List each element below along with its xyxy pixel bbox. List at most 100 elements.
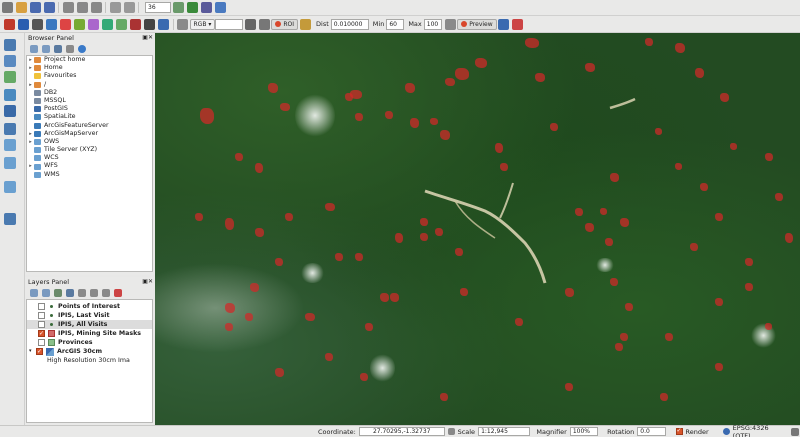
settings-icon[interactable] [158, 18, 169, 30]
scale-lock-icon[interactable] [447, 428, 455, 435]
layer-visibility-checkbox[interactable] [38, 321, 45, 328]
layer-visibility-checkbox[interactable] [38, 303, 45, 310]
info-icon[interactable] [78, 44, 86, 53]
browser-item[interactable]: Favourites [27, 72, 152, 80]
mining-site-mask[interactable] [655, 128, 662, 135]
collapse-all-icon[interactable] [66, 44, 74, 53]
mining-site-mask[interactable] [335, 253, 343, 261]
expand-arrow-icon[interactable]: ▸ [27, 81, 34, 89]
coordinate-field[interactable]: 27.70295,-1.32737 [358, 427, 445, 436]
layer-item[interactable]: IPIS, Mining Site Masks [27, 329, 152, 338]
mining-site-mask[interactable] [715, 298, 723, 306]
layer-visibility-checkbox[interactable] [38, 329, 45, 338]
zoom-level-field[interactable]: 36 [145, 2, 171, 13]
classify-icon[interactable] [74, 18, 85, 30]
mining-site-mask[interactable] [615, 343, 623, 351]
refresh-icon[interactable] [42, 44, 50, 53]
redo-icon[interactable] [123, 2, 135, 13]
layer-visibility-checkbox[interactable] [38, 339, 45, 346]
mining-site-mask[interactable] [325, 353, 333, 361]
mining-site-mask[interactable] [610, 173, 619, 182]
browser-item[interactable]: WMS [27, 171, 152, 179]
scale-field[interactable]: 1:12,945 [478, 427, 531, 436]
add-selected-icon[interactable] [30, 44, 38, 53]
mining-site-mask[interactable] [535, 73, 545, 82]
mining-site-mask[interactable] [715, 363, 723, 371]
crs-icon[interactable] [722, 428, 730, 435]
expand-arrow-icon[interactable]: ▾ [29, 347, 36, 356]
browser-item[interactable]: ▸ Project home [27, 56, 152, 64]
browser-item[interactable]: DB2 [27, 89, 152, 97]
mining-site-mask[interactable] [195, 213, 203, 221]
headphones-icon[interactable] [244, 18, 256, 30]
mining-site-mask[interactable] [550, 123, 558, 131]
tools-icon[interactable] [144, 18, 155, 30]
mining-site-mask[interactable] [245, 313, 253, 321]
mining-site-mask[interactable] [620, 218, 629, 227]
mining-site-mask[interactable] [390, 293, 399, 302]
mining-site-mask[interactable] [410, 118, 419, 128]
cut-icon[interactable] [62, 2, 74, 13]
dist-field[interactable]: 0.010000 [330, 18, 369, 30]
roi-button[interactable]: ROI [271, 18, 299, 30]
mining-site-mask[interactable] [420, 218, 428, 226]
mining-site-mask[interactable] [305, 313, 315, 321]
mining-site-mask[interactable] [475, 58, 487, 68]
processing-icon[interactable] [186, 2, 198, 13]
browser-item[interactable]: SpatiaLite [27, 113, 152, 121]
mining-site-mask[interactable] [730, 143, 737, 150]
mining-site-mask[interactable] [695, 68, 704, 78]
mining-site-mask[interactable] [360, 373, 368, 381]
mining-site-mask[interactable] [565, 288, 574, 297]
mining-site-mask[interactable] [455, 68, 469, 80]
mining-site-mask[interactable] [225, 303, 235, 313]
signature-icon[interactable] [88, 18, 99, 30]
mining-site-mask[interactable] [605, 238, 613, 246]
mining-site-mask[interactable] [675, 43, 685, 53]
mining-site-mask[interactable] [440, 393, 448, 401]
mining-site-mask[interactable] [285, 213, 293, 221]
mining-site-mask[interactable] [440, 130, 450, 140]
mining-site-mask[interactable] [525, 38, 539, 48]
mining-site-mask[interactable] [715, 213, 723, 221]
magic-wand-icon[interactable] [258, 18, 270, 30]
crs-label[interactable]: EPSG:4326 (OTF) [733, 424, 785, 437]
mining-site-mask[interactable] [430, 118, 438, 125]
mining-site-mask[interactable] [405, 83, 415, 93]
render-checkbox[interactable] [675, 427, 683, 435]
layer-item[interactable]: High Resolution 30cm Ima [27, 356, 152, 365]
layer-item[interactable]: Provinces [27, 338, 152, 347]
redo-preview-icon[interactable] [512, 18, 524, 30]
mining-site-mask[interactable] [665, 333, 673, 341]
browser-item[interactable]: ArcGisFeatureServer [27, 122, 152, 130]
python-icon[interactable] [214, 2, 226, 13]
max-field[interactable]: 100 [423, 18, 442, 30]
collapse-all-icon[interactable] [102, 288, 110, 297]
edit-icon[interactable] [116, 18, 127, 30]
expand-arrow-icon[interactable]: ▸ [27, 130, 34, 138]
add-delimited-icon[interactable] [4, 71, 16, 83]
preview-button[interactable]: Preview [457, 18, 497, 30]
roi-options-icon[interactable] [299, 18, 311, 30]
mining-site-mask[interactable] [785, 233, 793, 243]
download-arrow-icon[interactable] [18, 18, 29, 30]
bookmark-icon[interactable] [60, 18, 71, 30]
mining-site-mask[interactable] [765, 323, 772, 330]
save-as-icon[interactable] [43, 2, 55, 13]
mining-site-mask[interactable] [365, 323, 373, 331]
open-project-icon[interactable] [15, 2, 27, 13]
mining-site-mask[interactable] [420, 233, 428, 241]
mining-site-mask[interactable] [455, 248, 463, 256]
map-canvas[interactable] [155, 33, 800, 425]
mining-site-mask[interactable] [565, 383, 573, 391]
mining-site-mask[interactable] [380, 293, 389, 302]
mining-site-mask[interactable] [500, 163, 508, 171]
zoom-in-icon[interactable] [177, 18, 188, 30]
expand-all-icon[interactable] [90, 288, 98, 297]
mining-site-mask[interactable] [610, 278, 618, 286]
mining-site-mask[interactable] [445, 78, 455, 86]
mining-site-mask[interactable] [395, 233, 403, 243]
mining-site-mask[interactable] [660, 393, 668, 401]
filter-expression-icon[interactable] [78, 288, 86, 297]
mining-site-mask[interactable] [585, 223, 594, 232]
